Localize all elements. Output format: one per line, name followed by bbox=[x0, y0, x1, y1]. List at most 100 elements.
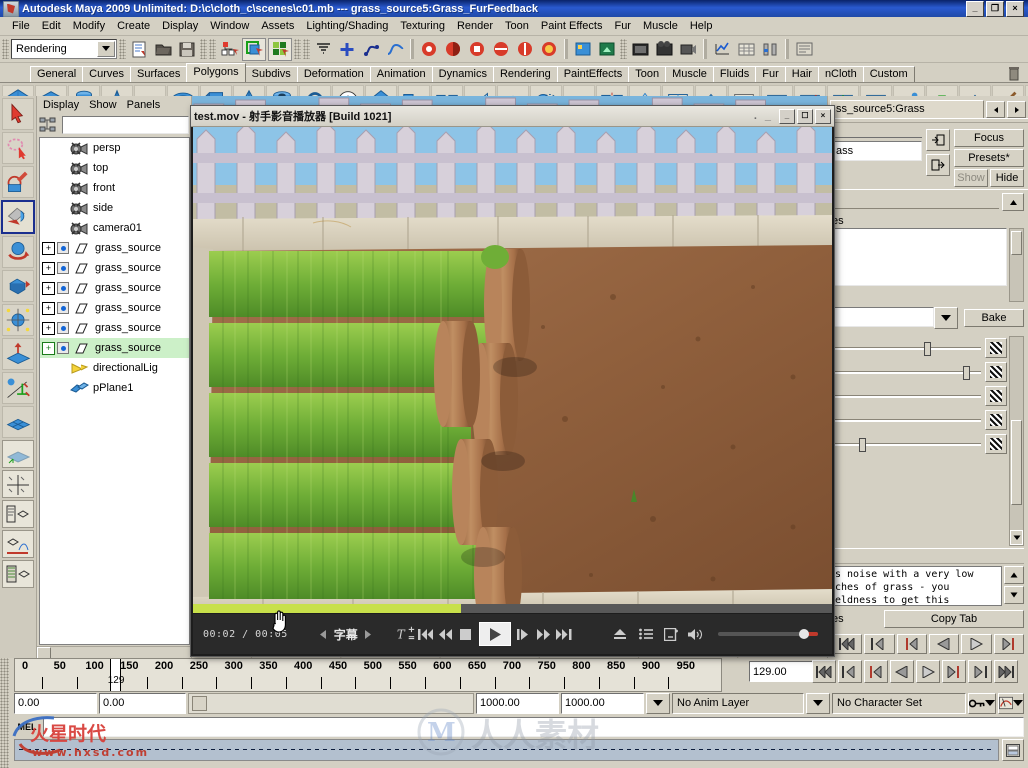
attribute-editor-toggle-icon[interactable] bbox=[793, 39, 815, 60]
attribute-editor-tab[interactable]: ss_source5:Grass bbox=[830, 100, 984, 118]
ae-section-header[interactable] bbox=[828, 189, 1028, 214]
player-seek-bar[interactable] bbox=[193, 604, 832, 613]
trash-icon[interactable] bbox=[1008, 66, 1020, 81]
visibility-indicator[interactable] bbox=[57, 342, 69, 354]
outliner-list[interactable]: persp top front side camera01 + grass_source + g… bbox=[39, 137, 190, 645]
go-to-end-icon[interactable] bbox=[994, 660, 1018, 683]
outliner-row-grass_source[interactable]: + grass_source bbox=[40, 258, 189, 278]
shelf-tab-dynamics[interactable]: Dynamics bbox=[431, 66, 494, 82]
shelf-tab-animation[interactable]: Animation bbox=[369, 66, 433, 82]
prev-chapter-icon[interactable] bbox=[416, 623, 436, 645]
render-globals-icon[interactable] bbox=[490, 39, 512, 60]
ae-bottom-button-5[interactable] bbox=[961, 634, 992, 654]
outliner-row-grass_source[interactable]: + grass_source bbox=[40, 298, 189, 318]
menu-item-modify[interactable]: Modify bbox=[67, 18, 111, 34]
menu-item-window[interactable]: Window bbox=[204, 18, 255, 34]
next-chapter-icon[interactable] bbox=[554, 623, 574, 645]
ae-bottom-button-3[interactable] bbox=[896, 634, 927, 654]
map-checker-icon-5[interactable] bbox=[985, 434, 1007, 454]
stop-icon[interactable] bbox=[456, 623, 476, 645]
anim-layer-field[interactable]: No Anim Layer bbox=[672, 692, 804, 714]
layout-persp-graph-layout[interactable] bbox=[2, 530, 34, 558]
outliner-row-camera01[interactable]: camera01 bbox=[40, 218, 189, 238]
fast-forward-icon[interactable] bbox=[534, 623, 554, 645]
outliner-menu-display[interactable]: Display bbox=[43, 99, 79, 111]
play-button[interactable] bbox=[478, 622, 511, 646]
step-forward-frame-icon[interactable] bbox=[942, 660, 966, 683]
hide-button[interactable]: Hide bbox=[990, 169, 1024, 187]
anim-layer-dropdown-icon[interactable] bbox=[646, 692, 670, 714]
show-manipulator-tool[interactable] bbox=[2, 372, 34, 404]
select-by-hierarchy-icon[interactable] bbox=[218, 39, 240, 60]
camera-icon[interactable] bbox=[677, 39, 699, 60]
shelf-tab-curves[interactable]: Curves bbox=[82, 66, 131, 82]
map-checker-icon-4[interactable] bbox=[985, 410, 1007, 430]
command-input[interactable] bbox=[43, 717, 1024, 737]
load-attributes-icon[interactable] bbox=[926, 129, 950, 151]
shelf-tab-polygons[interactable]: Polygons bbox=[186, 63, 246, 82]
toolbar-drag-handle-3[interactable] bbox=[200, 39, 207, 59]
anim-end-field[interactable]: 1000.00 bbox=[561, 692, 644, 714]
expand-toggle[interactable]: + bbox=[42, 341, 55, 355]
menu-item-muscle[interactable]: Muscle bbox=[637, 18, 684, 34]
render-current-frame-icon[interactable] bbox=[442, 39, 464, 60]
playlist-icon[interactable] bbox=[636, 623, 656, 645]
ae-slider-4[interactable] bbox=[832, 413, 981, 427]
playblast-icon[interactable] bbox=[653, 39, 675, 60]
menu-item-fur[interactable]: Fur bbox=[608, 18, 637, 34]
outliner-row-grass_source[interactable]: + grass_source bbox=[40, 278, 189, 298]
outliner-row-persp[interactable]: persp bbox=[40, 138, 189, 158]
script-editor-icon[interactable] bbox=[1002, 739, 1024, 761]
shelf-tab-fur[interactable]: Fur bbox=[755, 66, 786, 82]
menu-item-toon[interactable]: Toon bbox=[499, 18, 535, 34]
key-icon[interactable] bbox=[968, 692, 996, 714]
expand-toggle[interactable]: + bbox=[42, 241, 55, 255]
hardware-render-icon[interactable] bbox=[629, 39, 651, 60]
shelf-tab-deformation[interactable]: Deformation bbox=[296, 66, 371, 82]
animation-preferences-icon[interactable] bbox=[998, 692, 1024, 714]
anim-start-field[interactable]: 1000.00 bbox=[476, 692, 559, 714]
go-to-start-icon[interactable] bbox=[812, 660, 836, 683]
ae-bottom-button-6[interactable] bbox=[993, 634, 1024, 654]
toolbar-drag-handle-5[interactable] bbox=[294, 39, 301, 59]
layout-outliner-persp-layout[interactable] bbox=[2, 500, 34, 528]
focus-button[interactable]: Focus bbox=[954, 129, 1024, 147]
shelf-tab-subdivs[interactable]: Subdivs bbox=[244, 66, 298, 82]
map-checker-icon-2[interactable] bbox=[985, 362, 1007, 382]
time-slider[interactable]: 0 50 100 150 200 250 300 350 400 450 500 550 600 650 7… bbox=[14, 658, 722, 692]
eject-icon[interactable] bbox=[610, 623, 630, 645]
toolbar-drag-handle-4[interactable] bbox=[209, 39, 216, 59]
menu-set-selector[interactable]: Rendering bbox=[11, 39, 117, 59]
menu-item-texturing[interactable]: Texturing bbox=[394, 18, 451, 34]
render-flags-icon[interactable] bbox=[538, 39, 560, 60]
shelf-tab-fluids[interactable]: Fluids bbox=[712, 66, 757, 82]
outliner-row-directionallig[interactable]: directionalLig bbox=[40, 358, 189, 378]
notes-scroll-down-icon[interactable] bbox=[1004, 586, 1024, 604]
player-close-button[interactable]: × bbox=[815, 108, 831, 124]
range-slider[interactable] bbox=[188, 692, 474, 714]
outliner-row-grass_source[interactable]: + grass_source bbox=[40, 318, 189, 338]
ae-list-field[interactable] bbox=[832, 228, 1007, 286]
outliner-menu-show[interactable]: Show bbox=[89, 99, 117, 111]
ae-vertical-scrollbar-2[interactable] bbox=[1009, 336, 1024, 546]
expand-toggle[interactable]: + bbox=[42, 281, 55, 295]
menu-item-display[interactable]: Display bbox=[156, 18, 204, 34]
collapse-arrow-icon[interactable] bbox=[1002, 193, 1024, 211]
player-video-surface[interactable] bbox=[193, 127, 832, 612]
step-frame-icon[interactable] bbox=[514, 623, 534, 645]
shelf-tab-rendering[interactable]: Rendering bbox=[492, 66, 558, 82]
right-arrow-icon[interactable] bbox=[1007, 101, 1026, 118]
visibility-indicator[interactable] bbox=[57, 302, 69, 314]
ae-name-field[interactable]: ass bbox=[832, 141, 922, 161]
visibility-indicator[interactable] bbox=[57, 262, 69, 274]
expand-arrow-icon[interactable] bbox=[1010, 530, 1023, 545]
open-scene-icon[interactable] bbox=[152, 39, 174, 60]
shelf-tab-hair[interactable]: Hair bbox=[784, 66, 819, 82]
menu-item-lighting-shading[interactable]: Lighting/Shading bbox=[300, 18, 394, 34]
menu-item-file[interactable]: File bbox=[6, 18, 36, 34]
unload-attributes-icon[interactable] bbox=[926, 154, 950, 176]
outliner-row-side[interactable]: side bbox=[40, 198, 189, 218]
subtitle-font-size-icon[interactable]: T bbox=[396, 623, 416, 645]
close-button[interactable]: × bbox=[1006, 0, 1024, 17]
chevron-down-icon[interactable] bbox=[97, 41, 115, 57]
